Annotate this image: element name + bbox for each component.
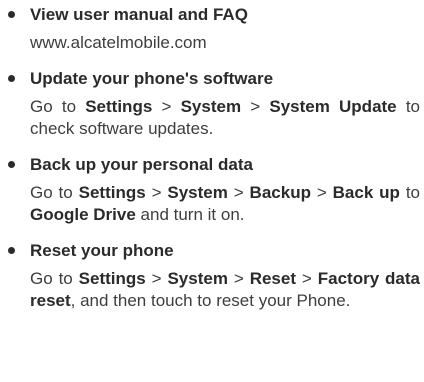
help-page: View user manual and FAQ www.alcatelmobi… xyxy=(0,0,424,382)
list-item-update-software: Update your phone's software Go to Setti… xyxy=(8,68,420,140)
separator: > xyxy=(296,269,318,288)
separator: > xyxy=(152,97,181,116)
bullet-icon xyxy=(8,11,15,18)
system-label: System xyxy=(167,269,228,288)
bullet-icon xyxy=(8,75,15,82)
back-up-label: Back up xyxy=(332,183,400,202)
item-body: Go to Settings > System > Backup > Back … xyxy=(30,182,420,226)
separator: > xyxy=(145,183,168,202)
item-title: Update your phone's software xyxy=(30,69,274,88)
settings-label: Settings xyxy=(85,97,153,116)
item-body: Go to Settings > System > Reset > Factor… xyxy=(30,268,420,312)
body-text: to xyxy=(399,183,421,202)
system-label: System xyxy=(167,183,228,202)
website-link[interactable]: www.alcatelmobile.com xyxy=(30,33,207,52)
item-body: Go to Settings > System > System Update … xyxy=(30,96,420,140)
settings-label: Settings xyxy=(78,269,146,288)
list-item-user-manual: View user manual and FAQ www.alcatelmobi… xyxy=(8,4,420,54)
body-text: , and then touch to reset your Phone. xyxy=(70,291,351,310)
list-item-backup: Back up your personal data Go to Setting… xyxy=(8,154,420,226)
body-text: Go to xyxy=(30,269,79,288)
system-update-label: System Update xyxy=(269,97,397,116)
separator: > xyxy=(145,269,168,288)
item-title: Back up your personal data xyxy=(30,155,253,174)
separator: > xyxy=(310,183,333,202)
item-title: View user manual and FAQ xyxy=(30,5,248,24)
separator: > xyxy=(241,97,270,116)
body-text: Go to xyxy=(30,97,86,116)
google-drive-label: Google Drive xyxy=(30,205,136,224)
bullet-icon xyxy=(8,161,15,168)
bullet-icon xyxy=(8,247,15,254)
item-title: Reset your phone xyxy=(30,241,174,260)
item-body: www.alcatelmobile.com xyxy=(30,32,420,54)
separator: > xyxy=(227,183,250,202)
separator: > xyxy=(227,269,250,288)
body-text: and turn it on. xyxy=(135,205,245,224)
reset-label: Reset xyxy=(249,269,296,288)
list-item-reset: Reset your phone Go to Settings > System… xyxy=(8,240,420,312)
settings-label: Settings xyxy=(78,183,146,202)
system-label: System xyxy=(180,97,242,116)
body-text: Go to xyxy=(30,183,79,202)
backup-label: Backup xyxy=(249,183,311,202)
